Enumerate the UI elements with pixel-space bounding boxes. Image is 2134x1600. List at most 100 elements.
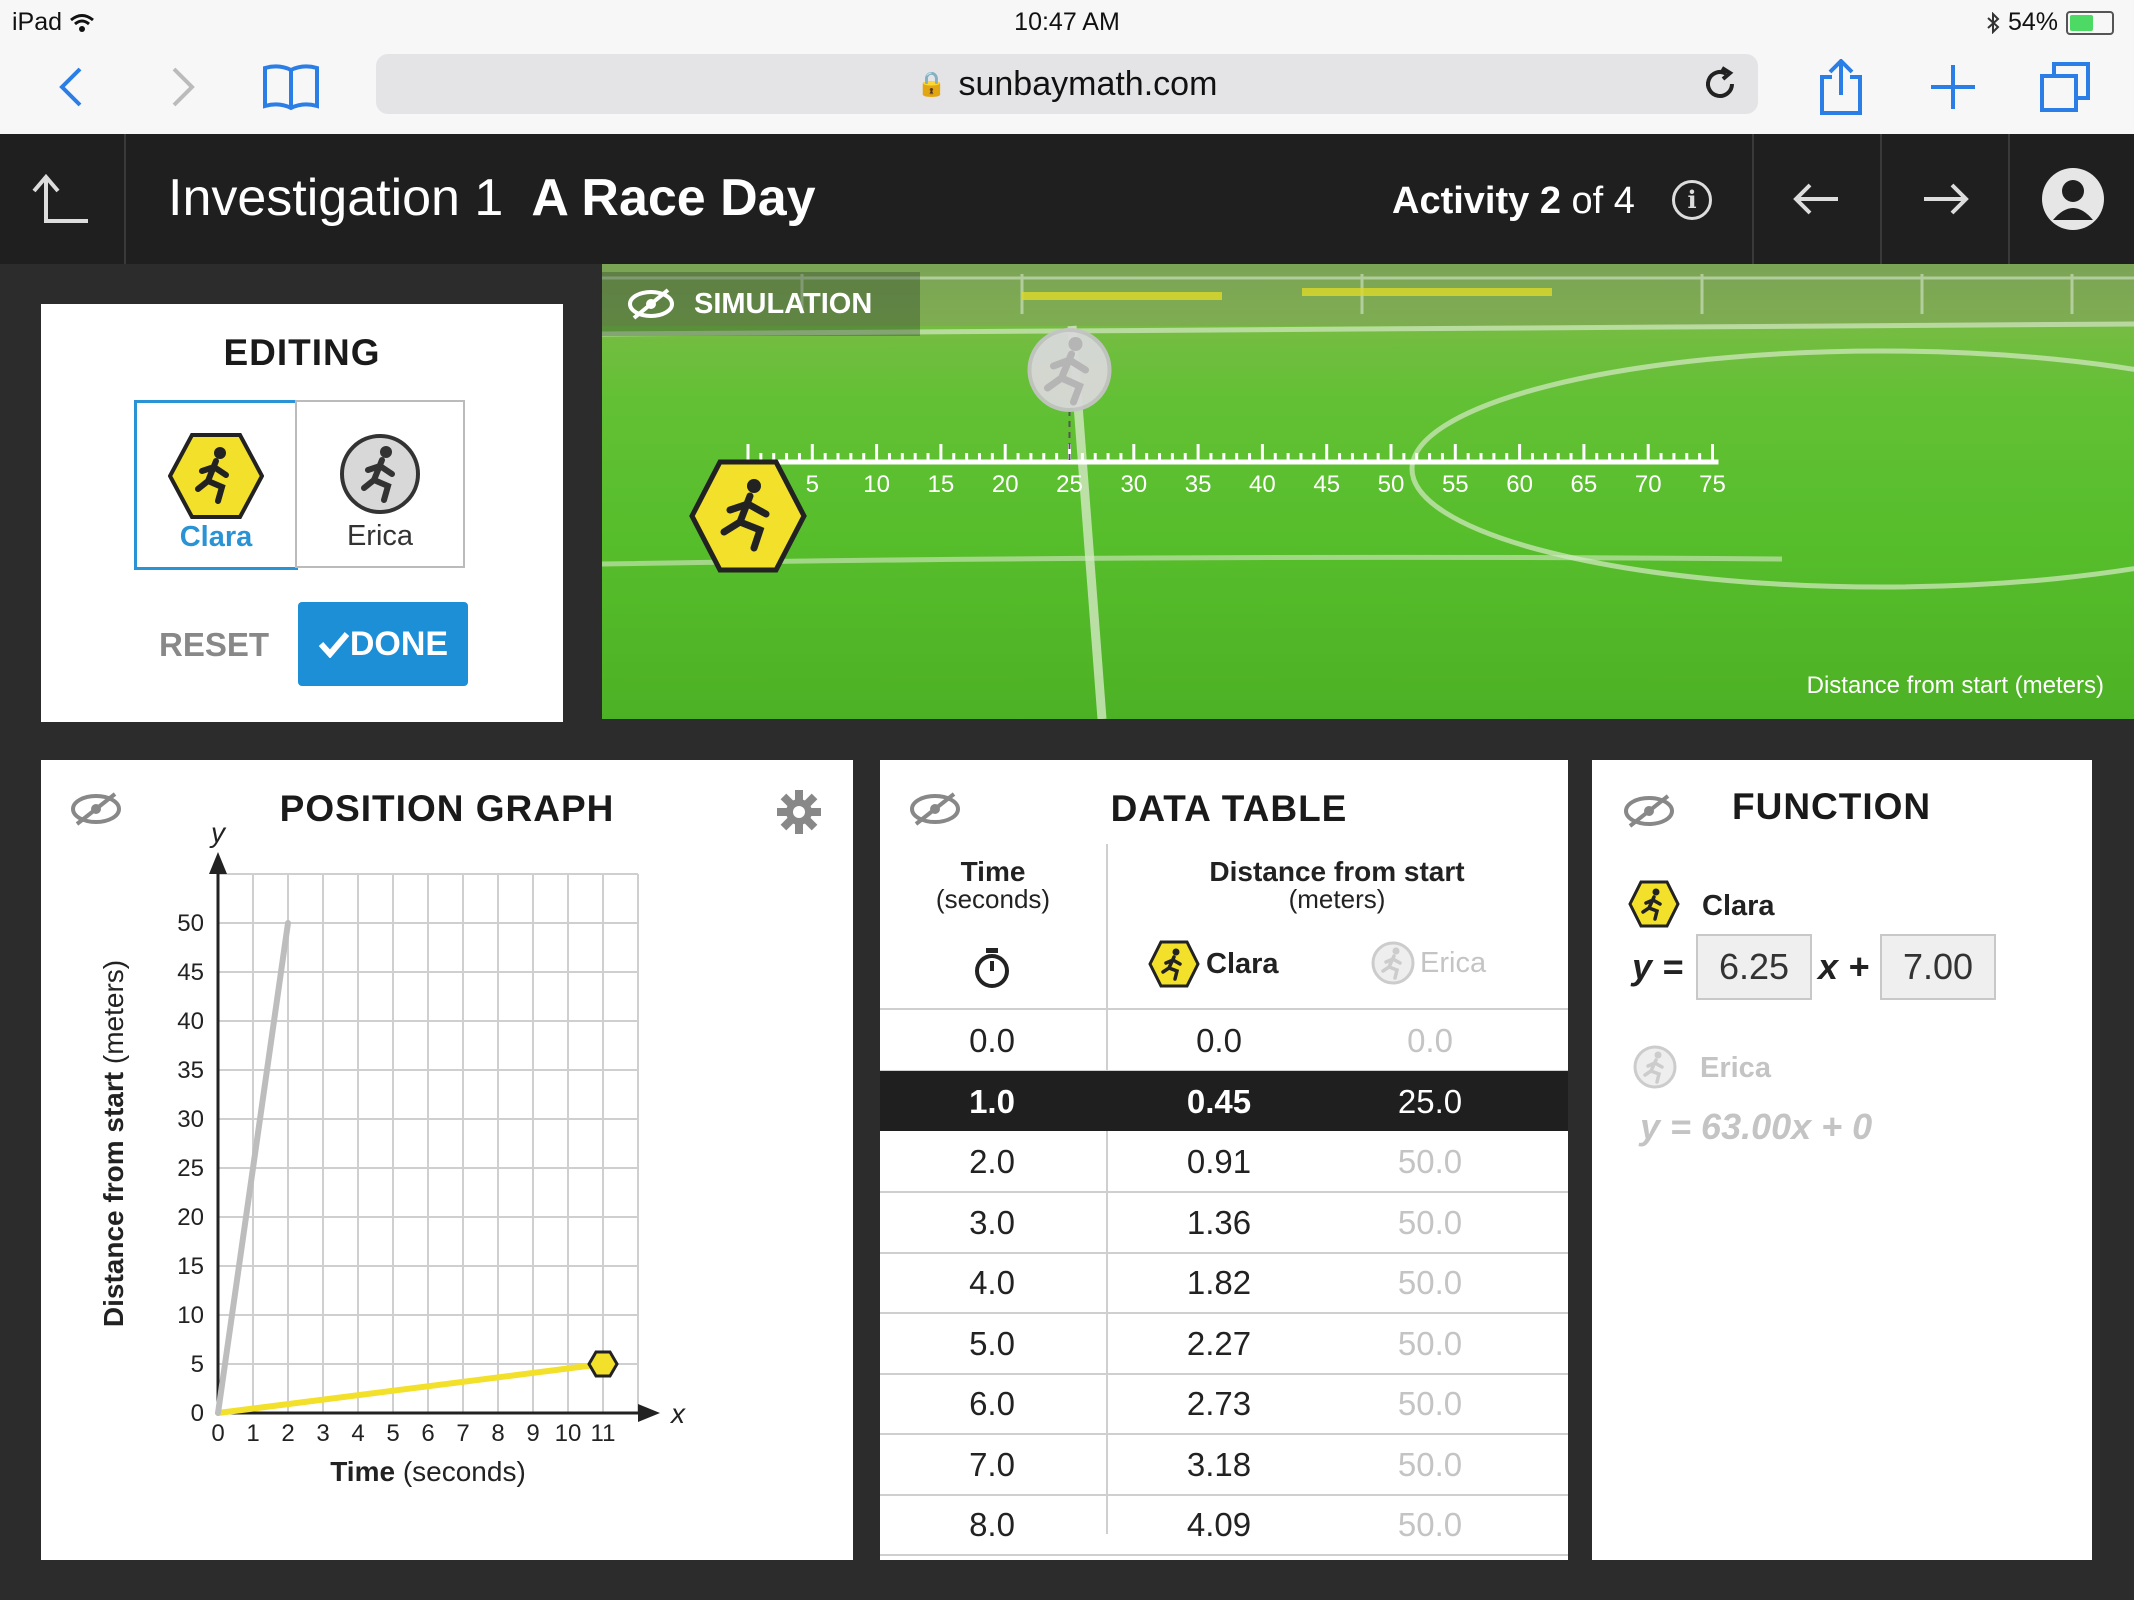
track-tick-label: 35 xyxy=(1185,471,1212,498)
y-tick-label: 0 xyxy=(191,1400,204,1427)
clara-marker-icon xyxy=(689,459,807,573)
table-row[interactable]: 4.0 1.82 50.0 xyxy=(880,1252,1568,1314)
data-table-panel: DATA TABLE Time (seconds) Distance from … xyxy=(880,760,1568,1560)
checkmark-icon xyxy=(318,632,350,658)
address-bar[interactable]: 🔒 sunbaymath.com xyxy=(376,54,1758,114)
previous-activity-button[interactable] xyxy=(1752,134,1880,264)
arrow-right-icon xyxy=(1924,183,1969,215)
x-tick-label: 0 xyxy=(211,1420,224,1447)
browser-back-button[interactable] xyxy=(36,52,106,122)
track-tick-label: 25 xyxy=(1056,471,1083,498)
runner-select-erica[interactable]: Erica xyxy=(295,400,465,568)
series-line-clara xyxy=(215,1361,606,1416)
bookmarks-button[interactable] xyxy=(256,52,326,122)
new-tab-button[interactable] xyxy=(1918,52,1988,122)
reset-button[interactable]: RESET xyxy=(159,626,269,664)
chevron-right-icon xyxy=(172,67,195,107)
clara-cell: 1.36 xyxy=(1186,1203,1252,1241)
x-plus: x + xyxy=(1818,946,1870,987)
y-axis-title-bold: Distance from start xyxy=(98,1072,129,1327)
browser-forward-button[interactable] xyxy=(148,52,218,122)
table-row[interactable]: 2.0 0.91 50.0 xyxy=(880,1131,1568,1193)
y-axis-title-unit: (meters) xyxy=(98,960,129,1072)
up-arrow-icon xyxy=(32,173,88,223)
track-tick-label: 20 xyxy=(992,471,1019,498)
erica-cell: 25.0 xyxy=(1397,1082,1463,1120)
track-tick-label: 50 xyxy=(1378,471,1405,498)
y-variable-label: y xyxy=(209,817,227,848)
y-axis-arrow xyxy=(209,852,227,874)
y-tick-label: 10 xyxy=(177,1302,204,1329)
erica-cell: 50.0 xyxy=(1397,1385,1463,1422)
clara-marker-head xyxy=(747,479,761,493)
table-row[interactable]: 1.0 0.45 25.0 xyxy=(880,1070,1568,1131)
clara-cell: 0.91 xyxy=(1186,1143,1252,1180)
table-title: DATA TABLE xyxy=(1110,788,1348,829)
chevron-left-icon xyxy=(59,67,82,107)
function-panel: FUNCTION Clara y = 6.25 x + 7.00 Erica y… xyxy=(1592,760,2092,1560)
x-axis-title-unit: (seconds) xyxy=(395,1456,526,1487)
erica-cell: 50.0 xyxy=(1397,1203,1463,1241)
track-tick-label: 5 xyxy=(806,471,819,498)
url-text: sunbaymath.com xyxy=(958,64,1218,103)
time-cell: 3.0 xyxy=(969,1203,1015,1241)
y-tick-label: 25 xyxy=(177,1155,204,1182)
status-bar: iPad 10:47 AM 54% xyxy=(0,0,2134,44)
erica-small-icon xyxy=(1371,941,1415,985)
table-row[interactable]: 0.0 0.0 0.0 xyxy=(880,1010,1568,1072)
table-row[interactable]: 5.0 2.27 50.0 xyxy=(880,1313,1568,1375)
tabs-button[interactable] xyxy=(2030,52,2100,122)
table-row[interactable]: 7.0 3.18 50.0 xyxy=(880,1434,1568,1496)
x-tick-label: 10 xyxy=(555,1420,582,1447)
x-tick-label: 6 xyxy=(421,1420,434,1447)
browser-toolbar: 🔒 sunbaymath.com xyxy=(0,44,2134,135)
erica-marker-head xyxy=(1068,337,1083,351)
info-icon[interactable]: i xyxy=(1672,180,1712,220)
y-tick-label: 15 xyxy=(177,1253,204,1280)
intercept-input[interactable]: 7.00 xyxy=(1880,934,1996,1000)
next-activity-button[interactable] xyxy=(1880,134,2008,264)
distance-track: 051015202530354045505560657075 xyxy=(689,328,1726,573)
done-button[interactable]: DONE xyxy=(298,602,468,686)
y-tick-label: 45 xyxy=(177,959,204,986)
slope-input[interactable]: 6.25 xyxy=(1696,934,1812,1000)
track-tick-label: 15 xyxy=(928,471,955,498)
table-row[interactable]: 6.0 2.73 50.0 xyxy=(880,1373,1568,1435)
table-row[interactable]: 8.0 4.09 50.0 xyxy=(880,1494,1568,1556)
x-tick-label: 3 xyxy=(316,1420,329,1447)
x-tick-label: 4 xyxy=(351,1420,364,1447)
x-tick-label: 1 xyxy=(246,1420,259,1447)
track-tick-label: 75 xyxy=(1699,471,1726,498)
share-button[interactable] xyxy=(1806,52,1876,122)
y-tick-label: 35 xyxy=(177,1057,204,1084)
battery-percent: 54% xyxy=(2007,8,2058,36)
simulation-panel: SIMULATION 05101520253035404550556065707… xyxy=(602,264,2134,719)
battery-icon xyxy=(2066,10,2114,35)
position-graph-panel: POSITION GRAPH 0 1 2 3 4 5 6 7 8 9 10 11 0 5 10 15 20 25 3… xyxy=(41,760,853,1560)
up-level-button[interactable] xyxy=(0,134,126,264)
time-cell: 7.0 xyxy=(969,1445,1015,1483)
x-tick-label: 11 xyxy=(591,1420,616,1447)
function-visibility-icon[interactable] xyxy=(1622,792,1676,830)
runner-select-clara[interactable]: Clara xyxy=(134,400,298,570)
reload-icon[interactable] xyxy=(1700,64,1740,104)
activity-indicator: Activity 2 of 4 xyxy=(1392,180,1635,222)
sim-axis-label: Distance from start (meters) xyxy=(1806,672,2104,699)
erica-cell: 50.0 xyxy=(1397,1143,1463,1180)
erica-equation: y = 63.00x + 0 xyxy=(1640,1106,1873,1147)
clara-function-icon xyxy=(1628,880,1680,928)
clock: 10:47 AM xyxy=(1014,8,1120,36)
track-tick-label: 40 xyxy=(1249,471,1276,498)
position-graph[interactable]: 0 1 2 3 4 5 6 7 8 9 10 1105101520253035404550yxTime… xyxy=(41,760,853,1560)
x-axis-arrow xyxy=(638,1404,660,1422)
x-tick-label: 8 xyxy=(491,1420,504,1447)
user-profile-button[interactable] xyxy=(2008,134,2134,264)
share-icon xyxy=(1820,59,1862,115)
y-tick-label: 50 xyxy=(177,910,204,937)
time-cell: 6.0 xyxy=(969,1385,1015,1422)
tabs-icon xyxy=(2040,62,2090,112)
bluetooth-icon xyxy=(1987,11,2000,34)
arrow-left-icon xyxy=(1793,183,1838,215)
table-row[interactable]: 3.0 1.36 50.0 xyxy=(880,1192,1568,1254)
stopwatch-icon xyxy=(975,948,1009,988)
